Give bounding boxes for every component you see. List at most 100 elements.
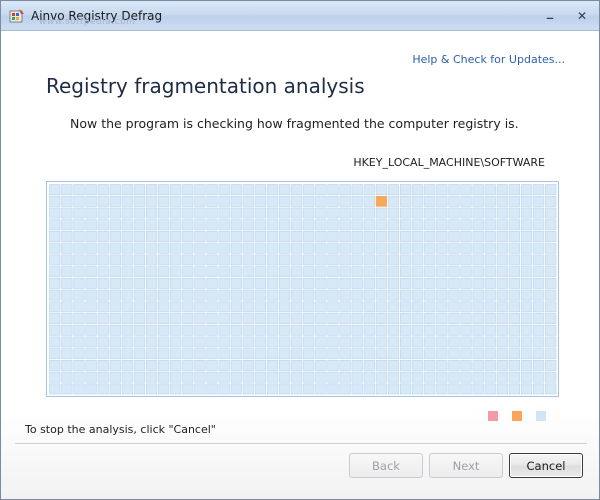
grid-cell — [145, 184, 158, 196]
grid-cell — [327, 301, 339, 313]
grid-cell — [448, 301, 460, 313]
grid-cell — [363, 231, 375, 242]
grid-cell — [170, 383, 182, 395]
grid-cell — [182, 301, 194, 313]
grid-cell — [363, 219, 375, 231]
grid-cell — [218, 254, 230, 266]
grid-cell — [496, 383, 508, 395]
grid-cell — [327, 266, 339, 278]
grid-cell — [484, 266, 496, 278]
grid-cell — [121, 184, 133, 196]
grid-cell — [242, 348, 254, 360]
grid-cell — [73, 313, 85, 324]
cancel-button[interactable]: Cancel — [509, 453, 583, 478]
grid-cell — [508, 195, 521, 207]
grid-cell — [291, 336, 303, 348]
grid-cell — [351, 336, 363, 348]
grid-cell — [339, 371, 351, 383]
grid-cell — [448, 207, 460, 219]
grid-cell — [375, 231, 387, 242]
grid-cell — [424, 301, 436, 313]
grid-cell — [85, 371, 97, 383]
grid-cell — [266, 266, 279, 278]
grid-cell — [448, 383, 460, 395]
grid-cell — [206, 371, 218, 383]
grid-cell — [49, 277, 61, 289]
grid-cell — [387, 336, 400, 348]
grid-cell — [484, 207, 496, 219]
grid-cell — [351, 242, 363, 254]
grid-cell — [545, 336, 557, 348]
back-button[interactable]: Back — [349, 453, 423, 478]
grid-cell — [496, 289, 508, 301]
grid-cell — [158, 301, 170, 313]
grid-cell — [363, 313, 375, 324]
grid-cell — [279, 266, 291, 278]
grid-cell — [484, 348, 496, 360]
grid-cell — [254, 231, 267, 242]
grid-cell — [448, 184, 460, 196]
grid-cell — [327, 231, 339, 242]
grid-cell — [291, 383, 303, 395]
grid-cell — [85, 277, 97, 289]
grid-cell — [436, 313, 448, 324]
title-bar[interactable]: Ainvo Registry Defrag www.softpedia.com … — [1, 1, 599, 31]
grid-cell — [279, 336, 291, 348]
grid-cell — [339, 207, 351, 219]
grid-cell — [387, 242, 400, 254]
grid-cell — [520, 336, 533, 348]
grid-cell — [436, 195, 448, 207]
grid-cell — [121, 266, 133, 278]
grid-cell — [496, 324, 508, 336]
grid-cell — [472, 231, 484, 242]
grid-cell — [533, 207, 545, 219]
grid-cell — [339, 231, 351, 242]
grid-cell — [291, 266, 303, 278]
grid-cell — [387, 277, 400, 289]
grid-cell — [194, 336, 206, 348]
grid-cell — [97, 371, 109, 383]
grid-cell — [375, 336, 387, 348]
grid-cell — [351, 360, 363, 371]
grid-cell — [230, 313, 242, 324]
grid-cell — [387, 219, 400, 231]
grid-cell — [399, 195, 412, 207]
grid-cell — [242, 277, 254, 289]
grid-cell — [158, 371, 170, 383]
grid-cell — [230, 277, 242, 289]
grid-cell — [460, 266, 472, 278]
grid-cell — [339, 277, 351, 289]
grid-cell — [145, 348, 158, 360]
grid-cell — [279, 289, 291, 301]
grid-cell — [61, 301, 73, 313]
grid-cell — [496, 336, 508, 348]
grid-cell — [533, 324, 545, 336]
grid-cell — [387, 254, 400, 266]
grid-cell — [218, 360, 230, 371]
grid-cell — [182, 324, 194, 336]
grid-cell — [73, 184, 85, 196]
grid-cell — [472, 219, 484, 231]
grid-cell — [133, 289, 146, 301]
next-button[interactable]: Next — [429, 453, 503, 478]
grid-cell — [520, 242, 533, 254]
grid-cell — [387, 313, 400, 324]
grid-cell — [412, 348, 424, 360]
close-button[interactable]: ✕ — [571, 6, 593, 26]
grid-cell — [448, 348, 460, 360]
grid-cell — [508, 371, 521, 383]
minimize-button[interactable]: _ — [539, 5, 561, 26]
grid-cell — [387, 383, 400, 395]
help-updates-link[interactable]: Help & Check for Updates... — [412, 53, 565, 66]
grid-cell — [448, 231, 460, 242]
grid-cell — [206, 195, 218, 207]
grid-cell — [460, 254, 472, 266]
grid-cell — [545, 371, 557, 383]
grid-cell — [436, 289, 448, 301]
grid-cell — [448, 277, 460, 289]
grid-cell — [412, 360, 424, 371]
grid-cell — [315, 301, 327, 313]
grid-cell — [194, 371, 206, 383]
grid-cell — [315, 371, 327, 383]
grid-cell — [520, 348, 533, 360]
